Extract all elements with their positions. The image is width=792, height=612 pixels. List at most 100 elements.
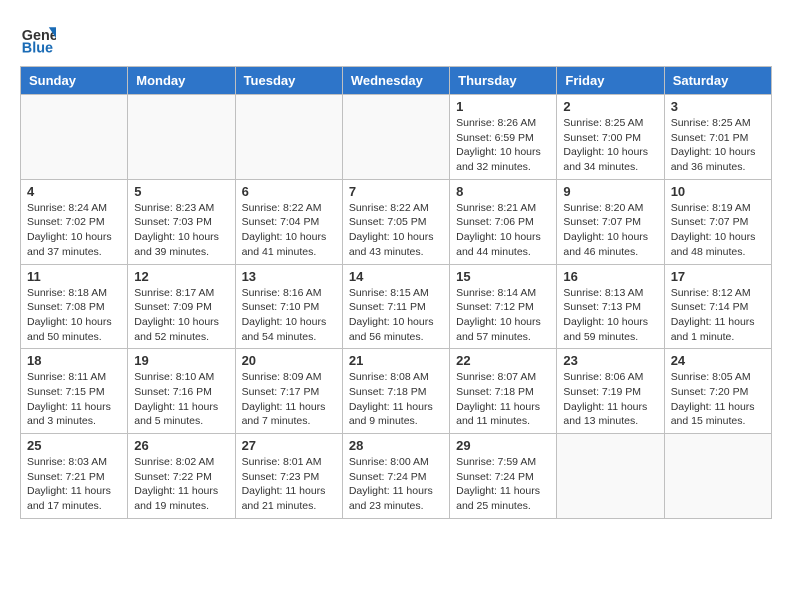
- day-info: Sunrise: 8:24 AMSunset: 7:02 PMDaylight:…: [27, 201, 121, 260]
- day-info: Sunrise: 8:13 AMSunset: 7:13 PMDaylight:…: [563, 286, 657, 345]
- calendar-cell: 15 Sunrise: 8:14 AMSunset: 7:12 PMDayligh…: [450, 264, 557, 349]
- day-number: 13: [242, 269, 336, 284]
- day-info: Sunrise: 8:12 AMSunset: 7:14 PMDaylight:…: [671, 286, 765, 345]
- calendar-week-4: 25 Sunrise: 8:03 AMSunset: 7:21 PMDayligh…: [21, 434, 772, 519]
- day-number: 16: [563, 269, 657, 284]
- calendar-cell: 19Sunrise: 8:10 AMSunset: 7:16 PMDayligh…: [128, 349, 235, 434]
- day-number: 17: [671, 269, 765, 284]
- calendar-week-0: 1 Sunrise: 8:26 AMSunset: 6:59 PMDaylight…: [21, 95, 772, 180]
- day-header-saturday: Saturday: [664, 67, 771, 95]
- day-info: Sunrise: 8:07 AMSunset: 7:18 PMDaylight:…: [456, 370, 550, 429]
- day-info: Sunrise: 8:09 AMSunset: 7:17 PMDaylight:…: [242, 370, 336, 429]
- day-number: 28: [349, 438, 443, 453]
- day-header-thursday: Thursday: [450, 67, 557, 95]
- calendar-cell: 6 Sunrise: 8:22 AMSunset: 7:04 PMDaylight…: [235, 179, 342, 264]
- day-number: 22: [456, 353, 550, 368]
- day-header-friday: Friday: [557, 67, 664, 95]
- calendar-cell: 28 Sunrise: 8:00 AMSunset: 7:24 PMDayligh…: [342, 434, 449, 519]
- calendar-week-2: 11 Sunrise: 8:18 AMSunset: 7:08 PMDayligh…: [21, 264, 772, 349]
- day-number: 6: [242, 184, 336, 199]
- day-number: 21: [349, 353, 443, 368]
- day-info: Sunrise: 8:14 AMSunset: 7:12 PMDaylight:…: [456, 286, 550, 345]
- day-info: Sunrise: 8:19 AMSunset: 7:07 PMDaylight:…: [671, 201, 765, 260]
- day-info: Sunrise: 8:06 AMSunset: 7:19 PMDaylight:…: [563, 370, 657, 429]
- day-number: 9: [563, 184, 657, 199]
- day-number: 7: [349, 184, 443, 199]
- calendar-cell: 11 Sunrise: 8:18 AMSunset: 7:08 PMDayligh…: [21, 264, 128, 349]
- day-info: Sunrise: 8:22 AMSunset: 7:05 PMDaylight:…: [349, 201, 443, 260]
- day-info: Sunrise: 8:21 AMSunset: 7:06 PMDaylight:…: [456, 201, 550, 260]
- day-number: 10: [671, 184, 765, 199]
- day-number: 15: [456, 269, 550, 284]
- calendar-cell: 3 Sunrise: 8:25 AMSunset: 7:01 PMDaylight…: [664, 95, 771, 180]
- day-header-sunday: Sunday: [21, 67, 128, 95]
- calendar-cell: 20 Sunrise: 8:09 AMSunset: 7:17 PMDayligh…: [235, 349, 342, 434]
- day-number: 20: [242, 353, 336, 368]
- calendar-cell: 4 Sunrise: 8:24 AMSunset: 7:02 PMDaylight…: [21, 179, 128, 264]
- calendar-cell: [342, 95, 449, 180]
- day-info: Sunrise: 8:22 AMSunset: 7:04 PMDaylight:…: [242, 201, 336, 260]
- calendar-cell: 27Sunrise: 8:01 AMSunset: 7:23 PMDayligh…: [235, 434, 342, 519]
- day-number: 25: [27, 438, 121, 453]
- calendar-cell: 10 Sunrise: 8:19 AMSunset: 7:07 PMDayligh…: [664, 179, 771, 264]
- day-info: Sunrise: 8:20 AMSunset: 7:07 PMDaylight:…: [563, 201, 657, 260]
- calendar-cell: 18Sunrise: 8:11 AMSunset: 7:15 PMDayligh…: [21, 349, 128, 434]
- calendar-cell: 2 Sunrise: 8:25 AMSunset: 7:00 PMDaylight…: [557, 95, 664, 180]
- day-number: 27: [242, 438, 336, 453]
- day-number: 2: [563, 99, 657, 114]
- day-info: Sunrise: 8:23 AMSunset: 7:03 PMDaylight:…: [134, 201, 228, 260]
- calendar-cell: 22 Sunrise: 8:07 AMSunset: 7:18 PMDayligh…: [450, 349, 557, 434]
- day-number: 29: [456, 438, 550, 453]
- calendar-header-row: SundayMondayTuesdayWednesdayThursdayFrid…: [21, 67, 772, 95]
- calendar-cell: 21 Sunrise: 8:08 AMSunset: 7:18 PMDayligh…: [342, 349, 449, 434]
- day-number: 11: [27, 269, 121, 284]
- day-number: 8: [456, 184, 550, 199]
- calendar-cell: 16 Sunrise: 8:13 AMSunset: 7:13 PMDayligh…: [557, 264, 664, 349]
- svg-text:Blue: Blue: [22, 40, 53, 56]
- calendar-cell: [557, 434, 664, 519]
- day-info: Sunrise: 8:17 AMSunset: 7:09 PMDaylight:…: [134, 286, 228, 345]
- day-number: 26: [134, 438, 228, 453]
- day-header-wednesday: Wednesday: [342, 67, 449, 95]
- calendar-cell: [235, 95, 342, 180]
- day-info: Sunrise: 8:02 AMSunset: 7:22 PMDaylight:…: [134, 455, 228, 514]
- calendar-cell: 25 Sunrise: 8:03 AMSunset: 7:21 PMDayligh…: [21, 434, 128, 519]
- day-info: Sunrise: 8:00 AMSunset: 7:24 PMDaylight:…: [349, 455, 443, 514]
- calendar-cell: 13 Sunrise: 8:16 AMSunset: 7:10 PMDayligh…: [235, 264, 342, 349]
- day-info: Sunrise: 7:59 AMSunset: 7:24 PMDaylight:…: [456, 455, 550, 514]
- calendar-week-1: 4 Sunrise: 8:24 AMSunset: 7:02 PMDaylight…: [21, 179, 772, 264]
- calendar-cell: 7 Sunrise: 8:22 AMSunset: 7:05 PMDaylight…: [342, 179, 449, 264]
- day-info: Sunrise: 8:16 AMSunset: 7:10 PMDaylight:…: [242, 286, 336, 345]
- day-number: 23: [563, 353, 657, 368]
- calendar-cell: 12 Sunrise: 8:17 AMSunset: 7:09 PMDayligh…: [128, 264, 235, 349]
- day-number: 12: [134, 269, 228, 284]
- day-info: Sunrise: 8:08 AMSunset: 7:18 PMDaylight:…: [349, 370, 443, 429]
- day-info: Sunrise: 8:18 AMSunset: 7:08 PMDaylight:…: [27, 286, 121, 345]
- day-number: 14: [349, 269, 443, 284]
- calendar-cell: [128, 95, 235, 180]
- day-number: 3: [671, 99, 765, 114]
- day-info: Sunrise: 8:03 AMSunset: 7:21 PMDaylight:…: [27, 455, 121, 514]
- day-info: Sunrise: 8:25 AMSunset: 7:01 PMDaylight:…: [671, 116, 765, 175]
- calendar-cell: 23 Sunrise: 8:06 AMSunset: 7:19 PMDayligh…: [557, 349, 664, 434]
- calendar-table: SundayMondayTuesdayWednesdayThursdayFrid…: [20, 66, 772, 519]
- day-header-monday: Monday: [128, 67, 235, 95]
- calendar-cell: 5 Sunrise: 8:23 AMSunset: 7:03 PMDaylight…: [128, 179, 235, 264]
- day-number: 5: [134, 184, 228, 199]
- calendar-cell: 9 Sunrise: 8:20 AMSunset: 7:07 PMDaylight…: [557, 179, 664, 264]
- day-number: 1: [456, 99, 550, 114]
- logo-icon: General Blue: [20, 20, 56, 56]
- day-number: 18: [27, 353, 121, 368]
- calendar-week-3: 18Sunrise: 8:11 AMSunset: 7:15 PMDayligh…: [21, 349, 772, 434]
- day-info: Sunrise: 8:05 AMSunset: 7:20 PMDaylight:…: [671, 370, 765, 429]
- day-info: Sunrise: 8:26 AMSunset: 6:59 PMDaylight:…: [456, 116, 550, 175]
- calendar-cell: 24 Sunrise: 8:05 AMSunset: 7:20 PMDayligh…: [664, 349, 771, 434]
- day-info: Sunrise: 8:25 AMSunset: 7:00 PMDaylight:…: [563, 116, 657, 175]
- calendar-cell: 29 Sunrise: 7:59 AMSunset: 7:24 PMDayligh…: [450, 434, 557, 519]
- page-header: General Blue: [20, 20, 772, 56]
- calendar-cell: 8 Sunrise: 8:21 AMSunset: 7:06 PMDaylight…: [450, 179, 557, 264]
- day-number: 4: [27, 184, 121, 199]
- day-info: Sunrise: 8:15 AMSunset: 7:11 PMDaylight:…: [349, 286, 443, 345]
- day-number: 24: [671, 353, 765, 368]
- calendar-cell: 17 Sunrise: 8:12 AMSunset: 7:14 PMDayligh…: [664, 264, 771, 349]
